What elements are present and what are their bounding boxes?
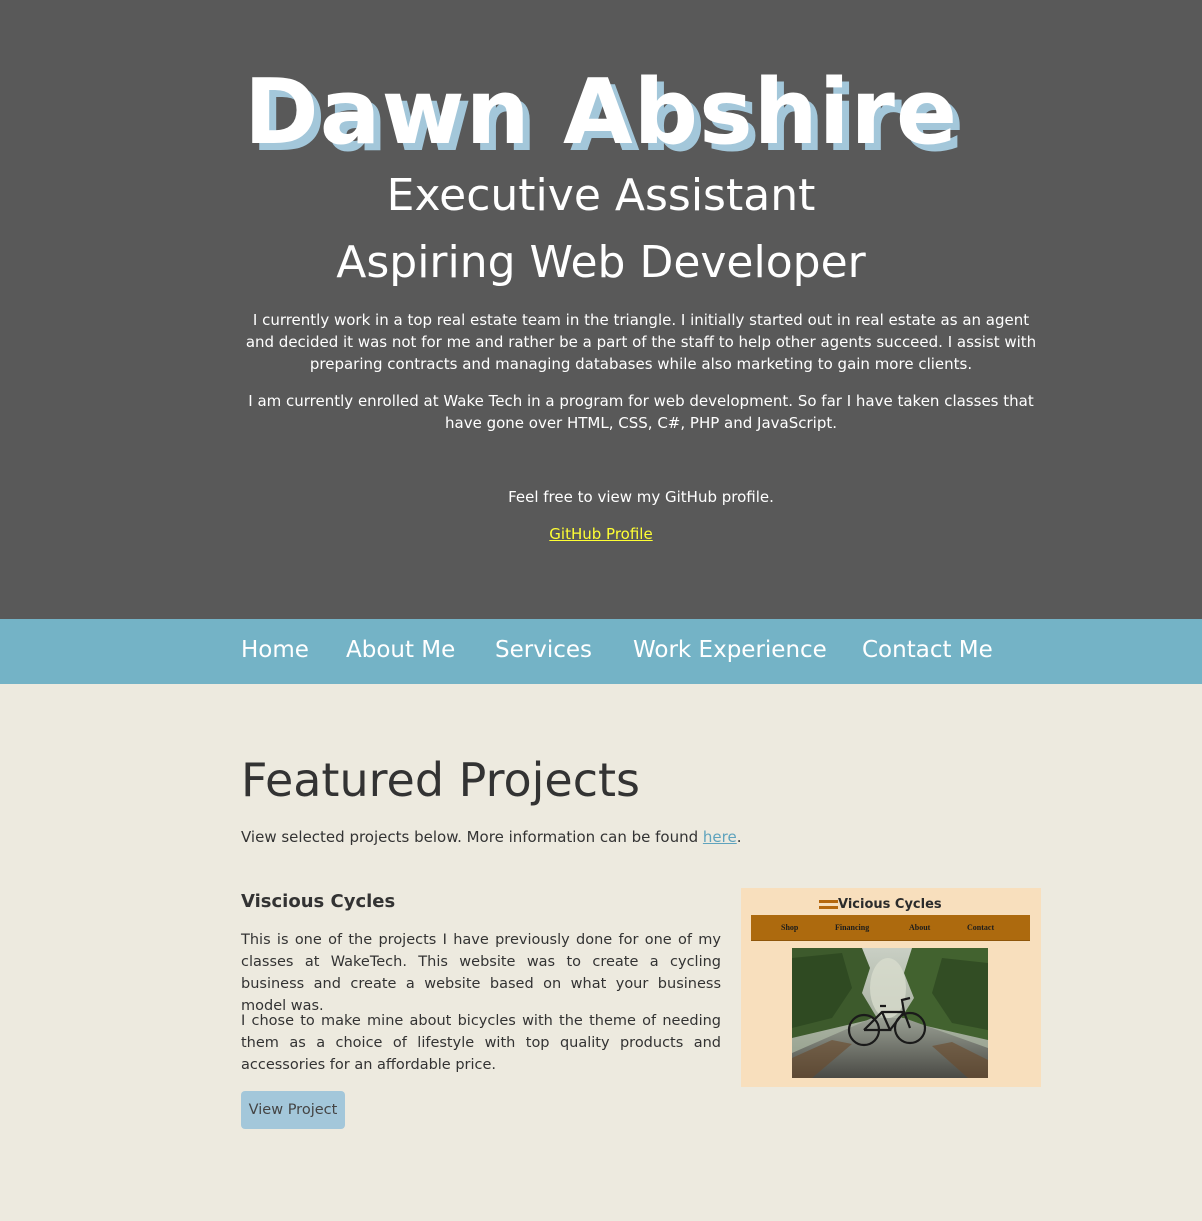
nav-item-about-me[interactable]: About Me — [346, 619, 455, 684]
nav-item-services[interactable]: Services — [495, 619, 592, 684]
thumbnail-logo: Vicious Cycles — [819, 896, 969, 914]
hero-section: Dawn Abshire Executive Assistant Aspirin… — [0, 0, 1202, 619]
project-theme-description: I chose to make mine about bicycles with… — [241, 1013, 721, 1073]
thumbnail-nav-contact: Contact — [967, 923, 995, 932]
hero-role-subtitle: Aspiring Web Developer — [336, 237, 866, 288]
bicycle-photo — [792, 948, 988, 1078]
hero-bio-paragraph: I currently work in a top real estate te… — [245, 311, 1037, 373]
github-link-wrapper: GitHub Profile — [0, 523, 1202, 545]
thumbnail-nav-financing: Financing — [835, 923, 870, 932]
hero-github-invite: Feel free to view my GitHub profile. — [508, 488, 774, 506]
hero-education-paragraph: I am currently enrolled at Wake Tech in … — [248, 392, 1034, 432]
view-project-button[interactable]: View Project — [241, 1091, 345, 1129]
featured-projects-heading: Featured Projects — [241, 753, 640, 807]
nav-item-home[interactable]: Home — [241, 619, 309, 684]
project-thumbnail[interactable]: Vicious Cycles Shop Financing About Cont… — [741, 888, 1041, 1087]
project-title: Viscious Cycles — [241, 891, 396, 912]
github-profile-link[interactable]: GitHub Profile — [549, 525, 652, 543]
nav-item-contact-me[interactable]: Contact Me — [862, 619, 993, 684]
thumbnail-nav-about: About — [909, 923, 931, 932]
thumbnail-logo-text: Vicious Cycles — [838, 897, 942, 912]
hero-role-title: Executive Assistant — [386, 170, 816, 221]
featured-intro: View selected projects below. More infor… — [241, 826, 1041, 848]
main-nav: Home About Me Services Work Experience C… — [0, 619, 1202, 684]
page-title: Dawn Abshire — [244, 60, 958, 165]
featured-intro-text: View selected projects below. More infor… — [241, 828, 703, 846]
nav-item-work-experience[interactable]: Work Experience — [633, 619, 827, 684]
more-info-link[interactable]: here — [703, 828, 737, 846]
project-description: This is one of the projects I have previ… — [241, 932, 721, 1014]
thumbnail-logo-icon — [819, 900, 838, 910]
thumbnail-nav-shop: Shop — [781, 923, 799, 932]
featured-intro-end: . — [736, 828, 742, 846]
thumbnail-nav-bar: Shop Financing About Contact — [751, 915, 1030, 941]
